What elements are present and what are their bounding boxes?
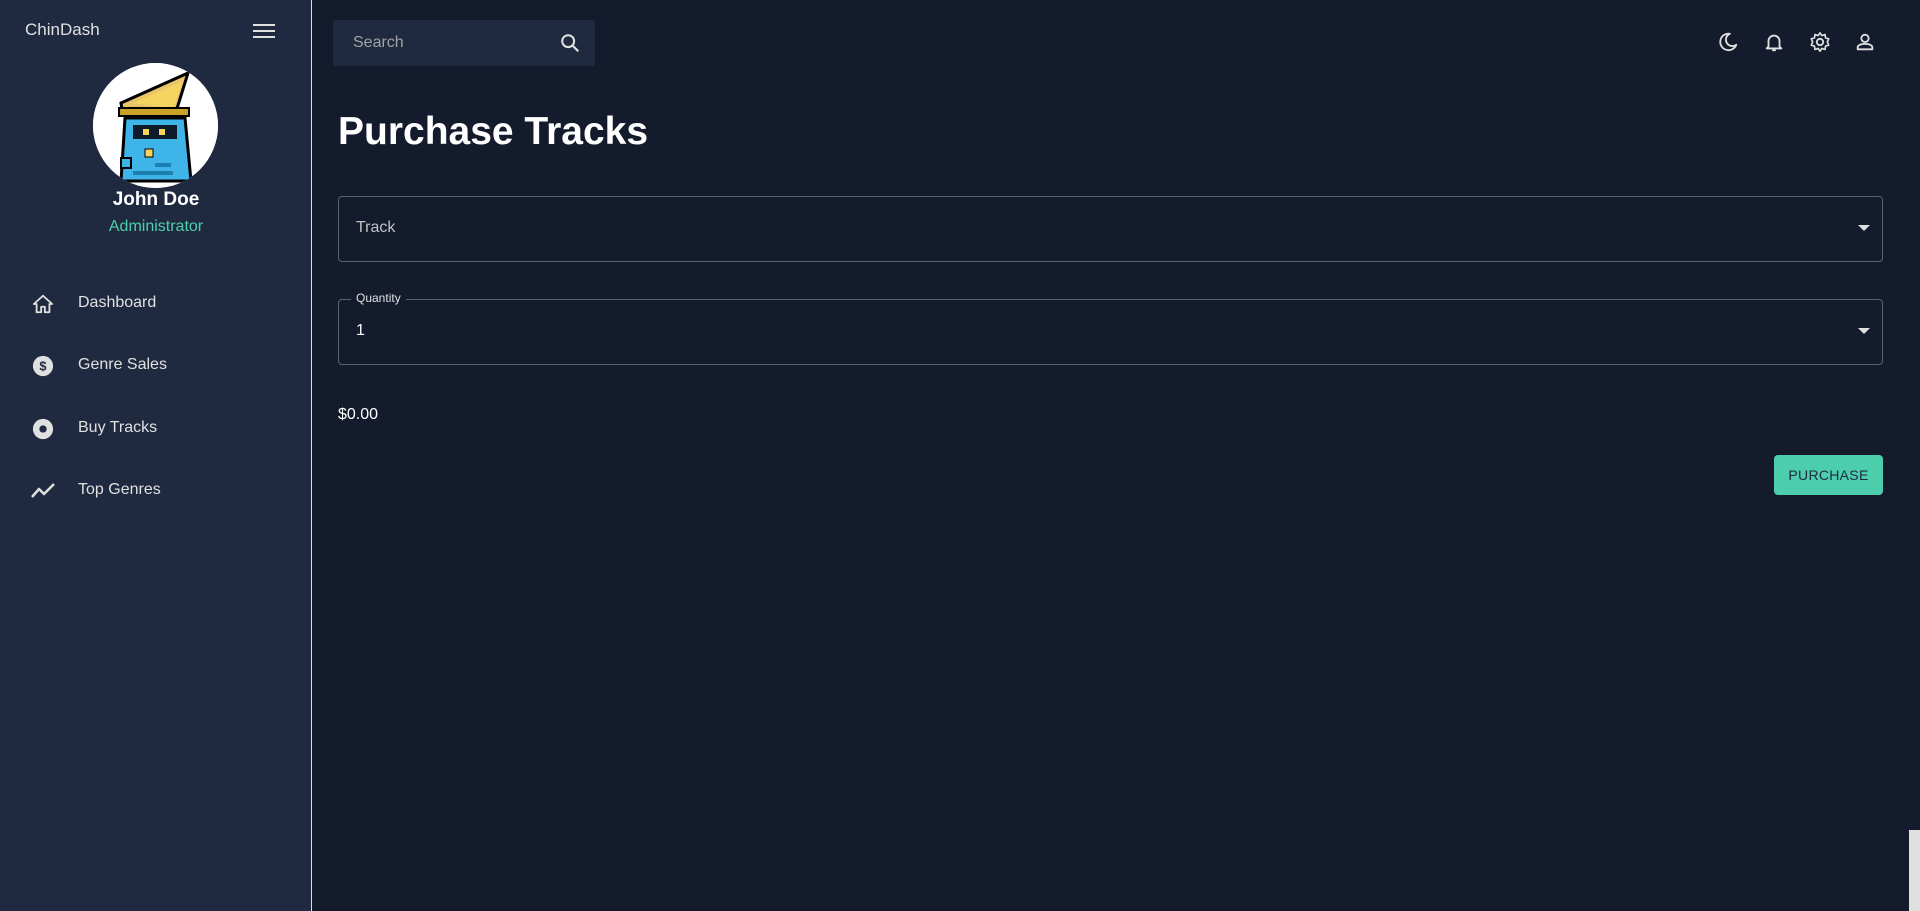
- track-select-value: Track: [356, 219, 396, 236]
- profile-button[interactable]: [1852, 29, 1878, 55]
- track-select[interactable]: Track: [338, 196, 1883, 262]
- scrollbar-track[interactable]: [1908, 0, 1920, 911]
- quantity-label: Quantity: [351, 291, 406, 305]
- sidebar-item-label: Top Genres: [78, 481, 161, 498]
- avatar[interactable]: [93, 63, 218, 188]
- chevron-down-icon: [1858, 225, 1870, 231]
- disc-icon: [31, 417, 55, 441]
- person-icon: [1856, 33, 1874, 51]
- search-icon: [561, 34, 580, 53]
- quantity-select-value: 1: [356, 322, 365, 339]
- sidebar-item-genre-sales[interactable]: $ Genre Sales: [0, 343, 312, 389]
- brand-row: ChinDash: [0, 0, 312, 60]
- trending-icon: [31, 479, 55, 503]
- home-icon: [31, 292, 55, 316]
- sidebar-item-label: Dashboard: [78, 294, 157, 311]
- bell-icon: [1765, 34, 1783, 52]
- moon-icon: [1719, 32, 1738, 52]
- user-role: Administrator: [108, 218, 204, 235]
- brand-title: ChinDash: [25, 20, 100, 39]
- hamburger-icon: [253, 24, 275, 38]
- app: ChinDash John Doe Administrator Dashboar…: [0, 0, 1920, 911]
- gear-icon: [1810, 32, 1830, 52]
- menu-toggle-button[interactable]: [250, 18, 278, 44]
- search-input[interactable]: [333, 20, 553, 66]
- quantity-select[interactable]: Quantity 1: [338, 291, 1883, 365]
- theme-toggle-button[interactable]: [1715, 29, 1741, 55]
- dollar-icon: $: [31, 354, 55, 378]
- settings-button[interactable]: [1807, 29, 1833, 55]
- scrollbar-thumb[interactable]: [1909, 830, 1920, 911]
- sidebar-item-label: Genre Sales: [78, 356, 167, 373]
- sidebar-item-top-genres[interactable]: Top Genres: [0, 468, 312, 514]
- sidebar-item-label: Buy Tracks: [78, 419, 158, 436]
- user-name: John Doe: [112, 189, 200, 210]
- notifications-button[interactable]: [1761, 29, 1787, 55]
- svg-text:$: $: [39, 359, 46, 374]
- search-box: [333, 20, 595, 66]
- sidebar-item-buy-tracks[interactable]: Buy Tracks: [0, 406, 312, 452]
- sidebar-item-dashboard[interactable]: Dashboard: [0, 281, 312, 327]
- purchase-button[interactable]: PURCHASE: [1774, 455, 1883, 495]
- sidebar: ChinDash John Doe Administrator Dashboar…: [0, 0, 312, 911]
- black-mage-avatar-icon: [93, 63, 218, 188]
- search-button[interactable]: [557, 30, 583, 56]
- chevron-down-icon: [1858, 328, 1870, 334]
- page-title: Purchase Tracks: [338, 110, 649, 153]
- total-price: $0.00: [338, 406, 379, 423]
